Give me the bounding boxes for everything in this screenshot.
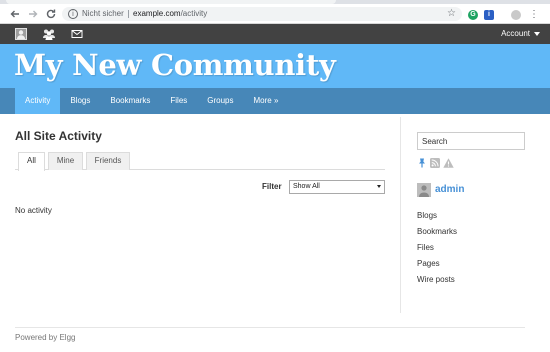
owner-menu: Blogs Bookmarks Files Pages Wire posts — [417, 211, 457, 291]
report-warning-icon[interactable] — [443, 158, 454, 168]
friends-icon[interactable] — [42, 28, 56, 40]
star-icon[interactable]: ☆ — [447, 8, 456, 20]
pin-icon[interactable] — [417, 158, 427, 168]
site-header: My New Community — [0, 44, 550, 88]
search-input[interactable] — [417, 132, 525, 150]
filter-label: Filter — [262, 182, 282, 191]
footer-divider — [15, 327, 525, 328]
browser-toolbar: i Nicht sicher example.com/activity ☆ G … — [0, 4, 550, 24]
nav-item-groups[interactable]: Groups — [197, 88, 243, 114]
reload-icon[interactable] — [44, 7, 58, 21]
omnibox-separator — [128, 10, 129, 18]
sidebar-divider — [400, 117, 401, 313]
tab-all[interactable]: All — [18, 152, 45, 171]
activity-tabs: All Mine Friends — [15, 152, 385, 171]
owner-menu-item-blogs[interactable]: Blogs — [417, 211, 457, 227]
nav-item-bookmarks[interactable]: Bookmarks — [100, 88, 160, 114]
elgg-topbar: Account — [0, 24, 550, 44]
filter-selected-value: Show All — [293, 183, 320, 190]
forward-arrow-icon[interactable] — [26, 7, 40, 21]
security-label: Nicht sicher — [82, 9, 124, 18]
nav-item-more[interactable]: More » — [244, 88, 289, 114]
info-icon[interactable]: i — [68, 9, 78, 19]
account-menu[interactable]: Account — [501, 28, 540, 40]
url-text: example.com/activity — [133, 8, 207, 20]
address-bar[interactable]: i Nicht sicher example.com/activity ☆ — [62, 7, 462, 21]
filter-select[interactable]: Show All — [289, 180, 385, 194]
owner-username[interactable]: admin — [435, 184, 464, 196]
site-nav: Activity Blogs Bookmarks Files Groups Mo… — [0, 88, 550, 114]
rss-icon[interactable] — [430, 158, 440, 168]
owner-menu-item-wire-posts[interactable]: Wire posts — [417, 275, 457, 291]
menu-kebab-icon[interactable]: ⋮ — [529, 9, 539, 21]
nav-item-activity[interactable]: Activity — [15, 88, 61, 114]
avatar[interactable] — [417, 183, 431, 197]
owner-menu-item-files[interactable]: Files — [417, 243, 457, 259]
chevron-down-icon — [377, 185, 381, 188]
empty-message: No activity — [15, 206, 52, 215]
site-title[interactable]: My New Community — [14, 46, 336, 84]
tab-friends[interactable]: Friends — [86, 152, 130, 170]
footer-powered-by[interactable]: Powered by Elgg — [15, 333, 75, 343]
owner-menu-item-pages[interactable]: Pages — [417, 259, 457, 275]
mail-icon[interactable] — [71, 28, 83, 40]
url-host: example.com — [133, 9, 181, 18]
browser-profile-icon[interactable] — [511, 10, 521, 20]
extension-blue-icon[interactable]: i — [484, 10, 494, 20]
url-path: /activity — [180, 9, 208, 18]
profile-icon[interactable] — [15, 28, 27, 40]
nav-item-blogs[interactable]: Blogs — [60, 88, 100, 114]
extension-g-icon[interactable]: G — [468, 10, 478, 20]
page-title: All Site Activity — [15, 129, 102, 143]
nav-item-files[interactable]: Files — [160, 88, 197, 114]
tab-mine[interactable]: Mine — [48, 152, 83, 170]
back-arrow-icon[interactable] — [8, 7, 22, 21]
owner-menu-item-bookmarks[interactable]: Bookmarks — [417, 227, 457, 243]
